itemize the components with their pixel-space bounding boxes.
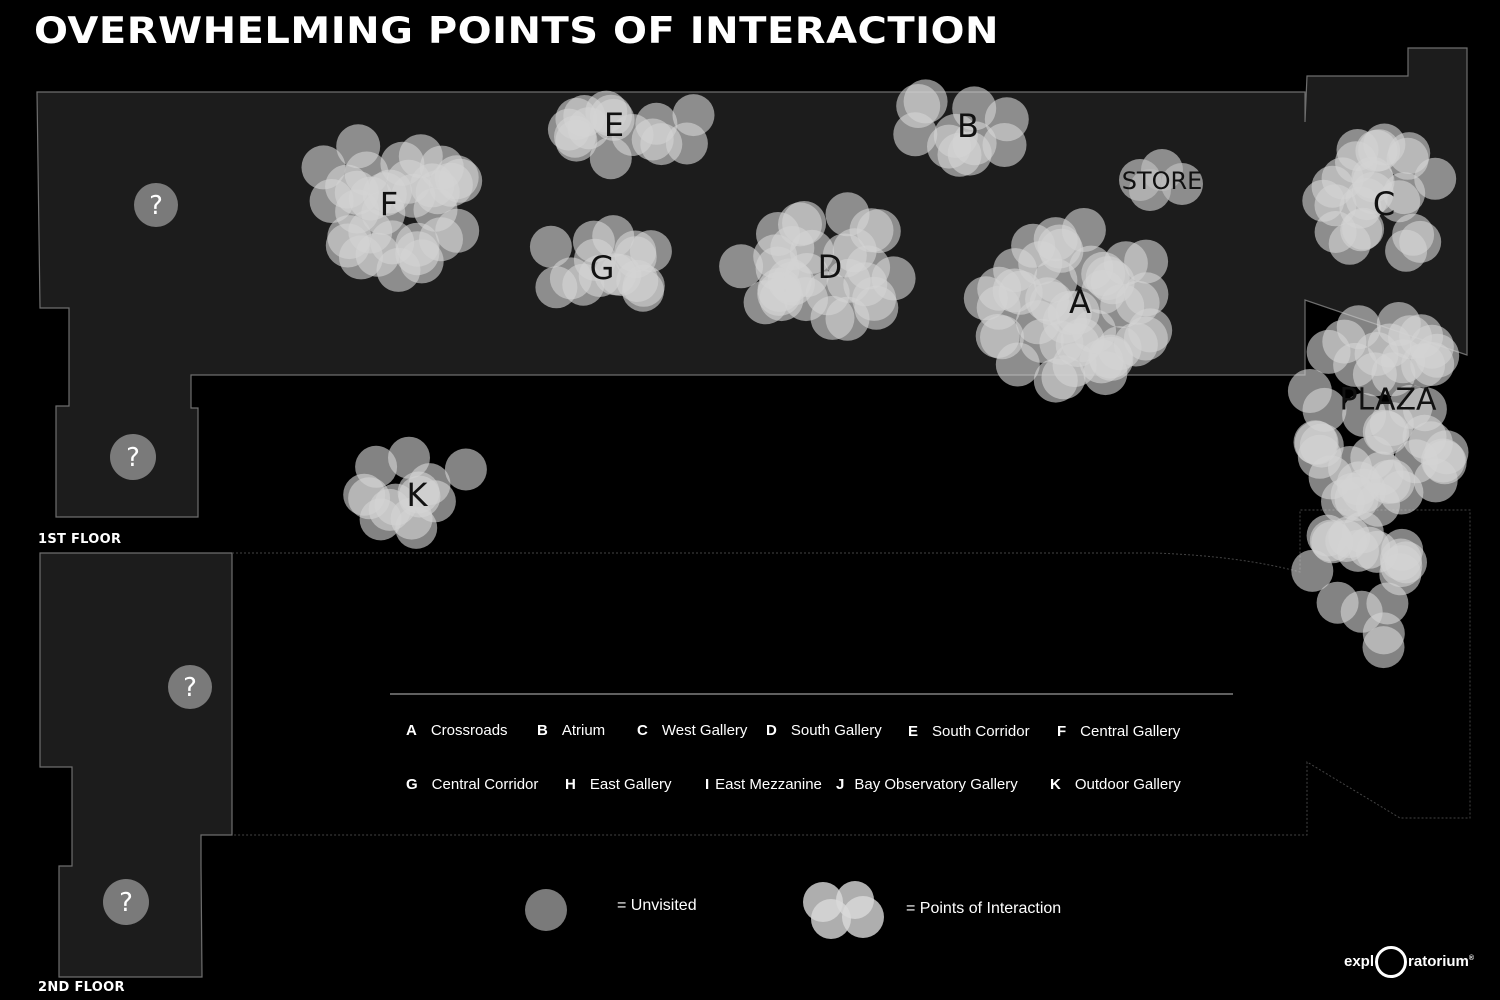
interaction-bubble — [1362, 612, 1405, 655]
gallery-key-d: D South Gallery — [766, 722, 882, 739]
interaction-bubble — [1385, 229, 1428, 272]
interaction-bubble — [757, 267, 802, 312]
interaction-bubble — [438, 158, 483, 203]
interaction-bubble — [435, 208, 480, 253]
question-mark-icon: ? — [183, 673, 197, 703]
interaction-bubble — [1422, 440, 1467, 485]
interaction-bubble — [1302, 179, 1345, 222]
interaction-bubble — [348, 477, 391, 520]
interaction-bubble — [529, 225, 572, 268]
interaction-bubble — [982, 123, 1027, 167]
exploratorium-logo: expl ratorium® — [1344, 946, 1474, 978]
points-key-label: = Points of Interaction — [906, 900, 1062, 917]
unvisited-key-symbol — [525, 889, 567, 931]
interaction-bubble — [614, 236, 657, 279]
interaction-bubble — [810, 295, 855, 340]
question-mark-icon: ? — [126, 443, 140, 473]
question-mark-icon: ? — [149, 191, 163, 221]
gallery-key-h: H East Gallery — [565, 776, 672, 793]
interaction-bubble — [1090, 260, 1135, 305]
gallery-key-g: G Central Corridor — [406, 776, 539, 793]
interaction-bubble — [778, 202, 822, 247]
interaction-bubble — [1294, 420, 1339, 465]
first-floor-label: 1ST FLOOR — [38, 532, 122, 547]
cluster-plaza-tip — [1340, 582, 1409, 669]
gallery-key-k: K Outdoor Gallery — [1050, 776, 1181, 793]
interaction-bubble — [719, 244, 764, 289]
unvisited-marker-second-floor-north: ? — [168, 665, 212, 709]
unvisited-marker-first-floor-west: ? — [134, 183, 178, 227]
interaction-bubble — [444, 448, 487, 491]
interaction-bubble — [1029, 281, 1074, 326]
unvisited-marker-first-floor-south: ? — [110, 434, 156, 480]
interaction-bubble — [1359, 451, 1404, 496]
interaction-bubble — [1401, 343, 1446, 388]
interaction-bubble — [635, 102, 678, 145]
interaction-bubble — [1061, 208, 1106, 252]
interaction-bubble — [301, 145, 346, 190]
zone-label-store: STORE — [1122, 167, 1203, 195]
gallery-key-i: I East Mezzanine — [705, 776, 822, 793]
floor-map: ???? F E B G D A C K PLAZA STORE — [36, 47, 1471, 978]
interaction-bubble — [1083, 351, 1128, 396]
zone-label-a: A — [1069, 283, 1091, 321]
logo-ring-icon — [1375, 946, 1408, 978]
zone-label-b: B — [957, 107, 979, 145]
gallery-key-b: B Atrium — [537, 722, 606, 739]
zone-label-g: G — [590, 249, 615, 287]
interaction-bubble — [672, 94, 715, 137]
interaction-bubble — [1336, 305, 1381, 350]
interaction-bubble — [535, 266, 578, 309]
interaction-bubble — [1328, 516, 1371, 559]
interaction-bubble — [849, 208, 894, 253]
interaction-bubble — [1381, 528, 1424, 571]
interaction-bubble — [1287, 369, 1332, 413]
zone-label-c: C — [1373, 185, 1395, 223]
zone-label-d: D — [818, 248, 843, 286]
gallery-key-a: A Crossroads — [406, 722, 508, 739]
interaction-bubble — [395, 222, 440, 267]
unvisited-marker-second-floor-south: ? — [103, 879, 149, 925]
zone-label-e: E — [604, 106, 624, 144]
interaction-bubble — [1019, 318, 1064, 363]
gallery-key-e: E South Corridor — [908, 723, 1030, 740]
question-mark-icon: ? — [119, 888, 133, 918]
gallery-key-j: J Bay Observatory Gallery — [836, 776, 1018, 793]
zone-label-k: K — [407, 476, 429, 514]
zone-label-f: F — [380, 185, 398, 223]
points-key-symbol — [803, 881, 884, 939]
gallery-key-f: F Central Gallery — [1057, 723, 1181, 740]
second-floor-label: 2ND FLOOR — [38, 980, 125, 995]
unvisited-key-label: = Unvisited — [617, 897, 697, 914]
zone-label-plaza: PLAZA — [1339, 383, 1437, 418]
gallery-key-c: C West Gallery — [637, 722, 748, 739]
interaction-bubble — [893, 112, 938, 157]
